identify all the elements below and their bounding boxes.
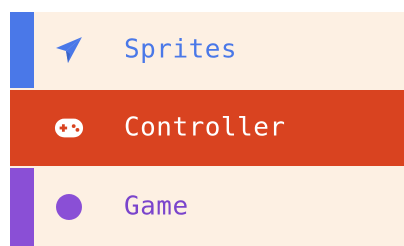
menu-item-label: Sprites bbox=[124, 34, 238, 65]
accent-bar bbox=[10, 90, 34, 166]
accent-bar bbox=[10, 12, 34, 88]
menu-item-label: Game bbox=[124, 191, 189, 222]
menu-item-sprites[interactable]: Sprites bbox=[10, 12, 404, 88]
menu-item-label: Controller bbox=[124, 112, 286, 143]
menu-item-game[interactable]: Game bbox=[10, 168, 404, 246]
menu-item-controller[interactable]: Controller bbox=[10, 90, 404, 166]
circle-icon bbox=[54, 192, 84, 222]
accent-bar bbox=[10, 168, 34, 246]
sidebar-menu: Sprites Controller Game bbox=[10, 12, 404, 246]
gamepad-icon bbox=[54, 113, 84, 143]
paper-plane-icon bbox=[54, 35, 84, 65]
